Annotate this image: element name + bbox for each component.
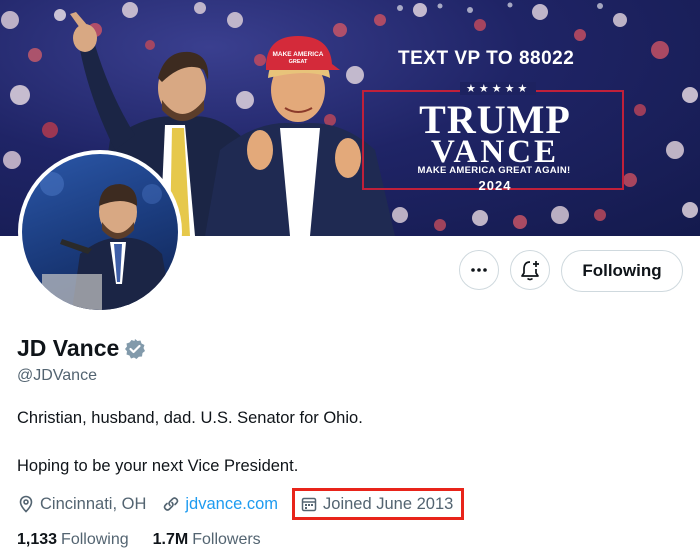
more-button[interactable] (459, 250, 499, 290)
notifications-button[interactable] (510, 250, 550, 290)
name-row: JD Vance (17, 335, 146, 362)
bio-line-2: Hoping to be your next Vice President. (17, 457, 299, 475)
avatar[interactable] (18, 150, 182, 314)
user-handle: @JDVance (17, 367, 97, 384)
following-count[interactable]: 1,133 (17, 531, 57, 549)
joined-text: Joined June 2013 (323, 494, 454, 513)
hat-text-2: GREAT (289, 59, 308, 65)
following-label[interactable]: Following (61, 531, 129, 549)
website-link[interactable]: jdvance.com (185, 495, 278, 514)
banner-cta-text: TEXT VP TO 88022 (398, 48, 575, 69)
location-pin-icon (19, 495, 33, 513)
joined-date-item: Joined June 2013 (292, 488, 465, 520)
followers-count[interactable]: 1.7M (153, 531, 189, 549)
verified-badge-icon[interactable] (124, 338, 146, 360)
hat-text: MAKE AMERICA (272, 51, 323, 58)
banner-stars: ★★★★★ (460, 82, 537, 95)
banner-year: 2024 (478, 178, 512, 193)
profile-meta-row: Cincinnati, OH jdvance.com Joined June 2… (17, 488, 465, 520)
following-button[interactable]: Following (561, 250, 683, 292)
display-name: JD Vance (17, 335, 120, 361)
bell-plus-icon (521, 261, 539, 281)
banner-slogan: MAKE AMERICA GREAT AGAIN! (417, 165, 571, 176)
follow-stats: 1,133 Following 1.7M Followers (17, 531, 285, 549)
link-icon (164, 497, 179, 511)
calendar-icon (301, 497, 317, 512)
website-item[interactable]: jdvance.com (162, 495, 278, 514)
avatar-photo (22, 154, 178, 310)
bio-line-1: Christian, husband, dad. U.S. Senator fo… (17, 409, 363, 427)
more-horizontal-icon (471, 268, 487, 272)
followers-label[interactable]: Followers (192, 531, 260, 549)
location-text: Cincinnati, OH (40, 494, 147, 513)
avatar-portrait (40, 172, 172, 310)
location-item: Cincinnati, OH (17, 495, 146, 514)
